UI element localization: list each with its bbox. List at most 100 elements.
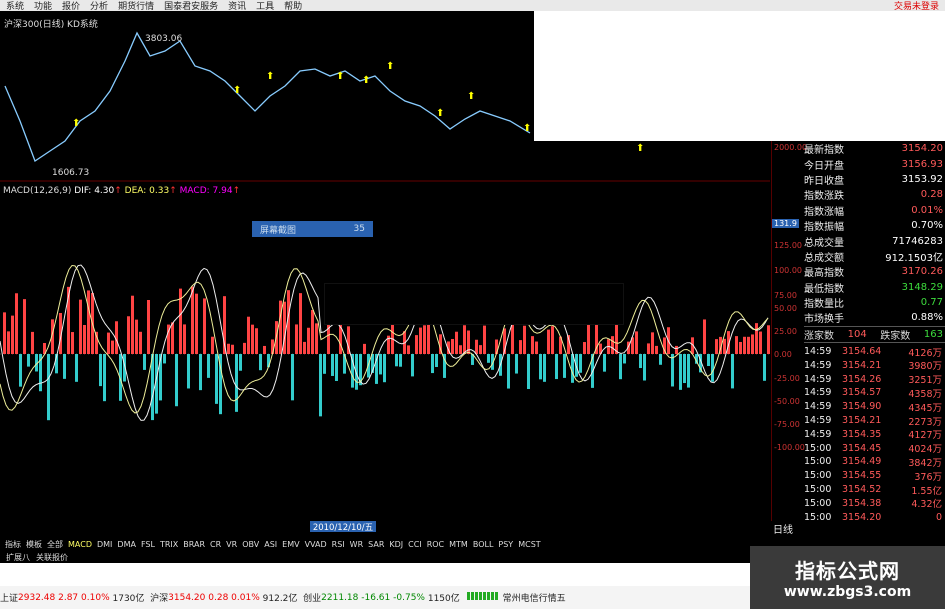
axis-tick: 0.00 xyxy=(774,350,792,359)
indicator-tab-roc[interactable]: ROC xyxy=(427,540,444,549)
up-label: 涨家数 xyxy=(804,330,834,342)
macd-bar xyxy=(135,319,138,354)
tick-price: 3154.55 xyxy=(842,470,882,482)
macd-bar xyxy=(323,354,326,374)
macd-bar xyxy=(27,354,30,367)
indicator-tab-fsl[interactable]: FSL xyxy=(141,540,155,549)
indicator-tab-全部[interactable]: 全部 xyxy=(47,539,63,550)
indicator-tab-rsi[interactable]: RSI xyxy=(332,540,345,549)
day-period-button[interactable]: 日线 xyxy=(773,521,803,536)
macd-bar xyxy=(531,336,534,354)
indicator-tab-模板[interactable]: 模板 xyxy=(26,539,42,550)
macd-bar xyxy=(487,354,490,363)
macd-bar xyxy=(643,354,646,381)
info-row: 市场换手 0.88% xyxy=(804,310,945,325)
macd-bar xyxy=(635,331,638,354)
indicator-tab-mcst[interactable]: MCST xyxy=(518,540,540,549)
indicator-tab-psy[interactable]: PSY xyxy=(498,540,513,549)
sh-amount: 1730亿 xyxy=(112,594,145,604)
tick-price: 3154.49 xyxy=(842,456,882,468)
macd-bar xyxy=(455,331,458,354)
macd-bar xyxy=(743,336,746,354)
info-label: 最高指数 xyxy=(804,268,844,280)
signal-arrow-icon: ⬆ xyxy=(436,108,444,119)
indicator-tab-dmi[interactable]: DMI xyxy=(97,540,112,549)
indicator-tab-macd[interactable]: MACD xyxy=(68,540,92,549)
indicator-tab-指标[interactable]: 指标 xyxy=(5,539,21,550)
macd-bar xyxy=(479,345,482,354)
indicator-tab-obv[interactable]: OBV xyxy=(242,540,259,549)
info-row: 指数量比 0.77 xyxy=(804,295,945,310)
macd-bar xyxy=(171,322,174,354)
macd-bar xyxy=(263,345,266,354)
indicator-tab-cci[interactable]: CCI xyxy=(408,540,422,549)
macd-bar xyxy=(255,328,258,354)
tab-extended[interactable]: 扩展八 xyxy=(6,552,30,563)
menu-bar: 系统 功能 报价 分析 期货行情 国泰君安服务 资讯 工具 帮助 交易未登录 xyxy=(0,0,945,12)
indicator-tab-boll[interactable]: BOLL xyxy=(473,540,494,549)
info-value: 3170.26 xyxy=(901,266,943,278)
screenshot-label: 屏幕截图 xyxy=(260,225,297,236)
macd-bar xyxy=(755,323,758,354)
indicator-tab-kdj[interactable]: KDJ xyxy=(389,540,403,549)
macd-bar xyxy=(307,327,310,354)
info-row: 指数涨跌 0.28 xyxy=(804,187,945,202)
high-label: 3803.06 xyxy=(145,34,183,44)
indicator-tab-emv[interactable]: EMV xyxy=(282,540,299,549)
indicator-tab-asi[interactable]: ASI xyxy=(264,540,277,549)
right-panel: 2000.00 131.9 125.00 100.00 75.00 50.00 … xyxy=(771,141,945,541)
tick-row: 14:59 3154.64 4126万 xyxy=(804,345,945,359)
indicator-tab-vvad[interactable]: VVAD xyxy=(305,540,327,549)
macd-bar xyxy=(203,298,206,354)
macd-bar xyxy=(239,354,242,371)
watermark-title: 指标公式网 xyxy=(795,559,900,583)
tab-related-quote[interactable]: 关联报价 xyxy=(36,552,68,563)
tick-time: 15:00 xyxy=(804,484,832,496)
indicator-tab-cr[interactable]: CR xyxy=(210,540,221,549)
macd-bar xyxy=(555,354,558,380)
macd-bar xyxy=(619,354,622,380)
macd-bar xyxy=(543,354,546,382)
info-row: 最高指数 3170.26 xyxy=(804,264,945,279)
indicator-tab-vr[interactable]: VR xyxy=(226,540,237,549)
macd-bar xyxy=(723,338,726,354)
indicator-tab-brar[interactable]: BRAR xyxy=(183,540,205,549)
info-value: 3154.20 xyxy=(901,143,943,155)
info-label: 指数涨幅 xyxy=(804,206,844,218)
macd-header: MACD(12,26,9) DIF: 4.30↑ DEA: 0.33↑ MACD… xyxy=(3,186,241,196)
tick-price: 3154.57 xyxy=(842,387,882,399)
macd-bar xyxy=(751,334,754,354)
macd-bar xyxy=(523,325,526,354)
macd-bar xyxy=(763,354,766,381)
info-label: 市场换手 xyxy=(804,314,844,326)
info-row: 总成交额 912.1503亿 xyxy=(804,249,945,264)
signal-bars-icon xyxy=(466,592,499,603)
indicator-tab-dma[interactable]: DMA xyxy=(117,540,136,549)
macd-bar xyxy=(231,344,234,354)
info-value: 0.28 xyxy=(920,189,943,201)
tick-time: 14:59 xyxy=(804,428,832,440)
macd-bar xyxy=(47,354,50,421)
overlay-panel xyxy=(324,283,624,325)
axis-tick: 50.00 xyxy=(774,304,797,313)
indicator-tab-wr[interactable]: WR xyxy=(350,540,363,549)
macd-bar xyxy=(315,323,318,354)
indicator-tab-trix[interactable]: TRIX xyxy=(160,540,178,549)
watermark-url: www.zbgs3.com xyxy=(783,584,912,600)
macd-bar xyxy=(675,345,678,354)
tick-price: 3154.21 xyxy=(842,359,882,371)
tick-row: 15:00 3154.55 376万 xyxy=(804,469,945,483)
indicator-tab-mtm[interactable]: MTM xyxy=(449,540,468,549)
tick-volume: 4127万 xyxy=(908,430,942,442)
macd-bar xyxy=(731,354,734,389)
macd-bar xyxy=(235,354,238,412)
macd-bar xyxy=(563,354,566,378)
indicator-tab-sar[interactable]: SAR xyxy=(368,540,384,549)
tick-time: 15:00 xyxy=(804,442,832,454)
macd-bar xyxy=(15,293,18,354)
macd-bar xyxy=(147,300,150,354)
tick-time: 14:59 xyxy=(804,387,832,399)
macd-bar xyxy=(651,332,654,354)
tick-volume: 376万 xyxy=(914,471,942,483)
macd-name: MACD(12,26,9) xyxy=(3,186,72,196)
